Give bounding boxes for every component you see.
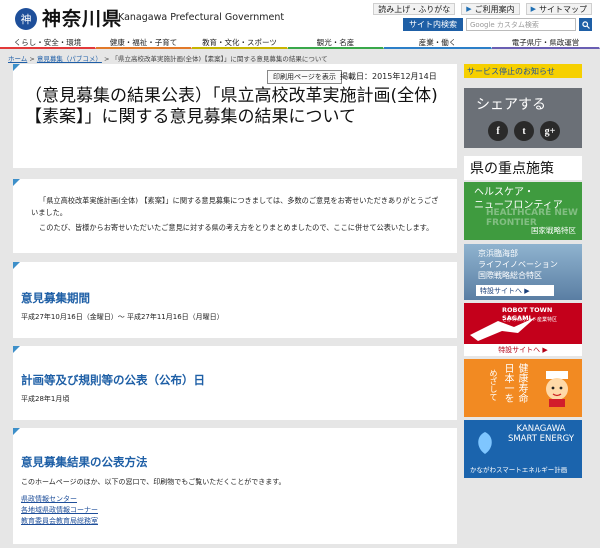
- svg-text:神: 神: [21, 12, 32, 26]
- section-period: 意見募集期間 平成27年10月16日（金曜日）～ 平成27年11月16日（月曜日…: [13, 262, 457, 338]
- section-body: 平成27年10月16日（金曜日）～ 平成27年11月16日（月曜日）: [21, 313, 224, 321]
- office-links: 県政情報センター 各地域県政情報コーナー 教育委員会教育局総務室: [21, 494, 98, 527]
- banner-subtitle: 国家戦略特区: [531, 226, 576, 235]
- nav-item[interactable]: 電子県庁・県政運営: [492, 38, 600, 49]
- search-input[interactable]: Google カスタム検索: [466, 18, 576, 31]
- banner-title: ヘルスケア・ ニューフロンティア: [474, 187, 563, 211]
- banner-subtitle: かながわスマートエネルギー計画: [470, 466, 568, 474]
- site-name-english: Kanagawa Prefectural Government: [118, 12, 285, 23]
- utility-links: 読み上げ・ふりがな ▶ ご利用案内 ▶ サイトマップ: [373, 3, 592, 15]
- mascot-icon: [546, 371, 568, 407]
- intro-card: 「県立高校改革実施計画(全体) 【素案】」に関する意見募集につきましては、多数の…: [13, 179, 457, 253]
- site-search-label: サイト内検索: [403, 18, 463, 31]
- section-publish-date: 計画等及び規則等の公表（公布）日 平成28年1月頃: [13, 346, 457, 420]
- global-nav: くらし・安全・環境 健康・福祉・子育て 教育・文化・スポーツ 観光・名産 産業・働く 電子…: [0, 38, 600, 49]
- section-heading: 意見募集結果の公表方法: [21, 455, 148, 469]
- site-header: 神 神奈川県 Kanagawa Prefectural Government 読…: [0, 0, 600, 38]
- section-heading: 意見募集期間: [21, 291, 90, 305]
- banner-text: 健康寿命: [516, 363, 527, 403]
- facebook-icon[interactable]: f: [488, 121, 508, 141]
- breadcrumb-home[interactable]: ホーム: [8, 55, 27, 63]
- banner-title: 京浜臨海部 ライフイノベーション 国際戦略総合特区: [478, 249, 558, 280]
- breadcrumb: ホーム > 意見募集（パブコメ） > 「県立高校改革実施計画(全体)【素案】」に…: [8, 53, 328, 63]
- share-panel: シェアする f t g+: [464, 88, 582, 148]
- section-body: 平成28年1月頃: [21, 395, 70, 403]
- breadcrumb-separator: >: [29, 55, 37, 63]
- office-link[interactable]: 各地域県政情報コーナー: [21, 505, 98, 516]
- read-aloud-link[interactable]: 読み上げ・ふりがな: [373, 3, 456, 15]
- google-plus-icon[interactable]: g+: [540, 121, 560, 141]
- title-card: 印刷用ページを表示 掲載日：2015年12月14日 （意見募集の結果公表）「県立…: [13, 64, 457, 168]
- nav-item[interactable]: くらし・安全・環境: [0, 38, 96, 49]
- twitter-icon[interactable]: t: [514, 121, 534, 141]
- section-body: このホームページのほか、以下の窓口で、印刷物でもご覧いただくことができます。: [21, 478, 286, 486]
- site-name[interactable]: 神奈川県: [42, 4, 122, 31]
- search-submit-button[interactable]: [579, 18, 592, 31]
- prefecture-logo[interactable]: 神: [14, 6, 38, 32]
- banner-text: めざして: [489, 369, 498, 401]
- special-site-button[interactable]: 特設サイトへ ▶: [476, 285, 554, 296]
- page-title: （意見募集の結果公表）「県立高校改革実施計画(全体)【素案】」に関する意見募集の…: [25, 86, 438, 127]
- print-button[interactable]: 印刷用ページを表示: [267, 70, 342, 84]
- section-heading: 計画等及び規則等の公表（公布）日: [21, 373, 205, 387]
- nav-item[interactable]: 産業・働く: [384, 38, 492, 49]
- office-link[interactable]: 県政情報センター: [21, 494, 98, 505]
- healthy-life-banner[interactable]: 健康寿命 日本一を めざして: [464, 359, 582, 417]
- sitemap-link[interactable]: ▶ サイトマップ: [525, 3, 592, 15]
- arrow-icon: ▶: [466, 5, 472, 13]
- banner-text: 日本一を: [502, 363, 513, 403]
- nav-item[interactable]: 健康・福祉・子育て: [96, 38, 192, 49]
- site-search: サイト内検索 Google カスタム検索: [403, 18, 592, 31]
- nav-item[interactable]: 教育・文化・スポーツ: [192, 38, 288, 49]
- publish-date: 掲載日：2015年12月14日: [340, 72, 437, 81]
- intro-paragraph: 「県立高校改革実施計画(全体) 【素案】」に関する意見募集につきましては、多数の…: [31, 196, 439, 217]
- service-notice-link[interactable]: サービス停止のお知らせ: [464, 64, 582, 78]
- breadcrumb-public-comment[interactable]: 意見募集（パブコメ）: [37, 55, 102, 63]
- robot-town-banner[interactable]: ROBOT TOWN SAGAMI さがみロボット産業特区 特設サイトへ ▶: [464, 303, 582, 356]
- search-icon: [581, 20, 590, 29]
- leaf-icon: [478, 432, 492, 454]
- office-link[interactable]: 教育委員会教育局総務室: [21, 516, 98, 527]
- key-policies-heading: 県の重点施策: [464, 156, 582, 180]
- nav-item[interactable]: 観光・名産: [288, 38, 384, 49]
- share-title: シェアする: [476, 97, 546, 113]
- guide-link[interactable]: ▶ ご利用案内: [461, 3, 520, 15]
- breadcrumb-current: 「県立高校改革実施計画(全体)【素案】」に関する意見募集の結果について: [111, 55, 328, 63]
- arrow-icon: ▶: [530, 5, 536, 13]
- special-site-button[interactable]: 特設サイトへ ▶: [464, 344, 582, 356]
- share-icons: f t g+: [488, 121, 560, 141]
- life-innovation-banner[interactable]: 京浜臨海部 ライフイノベーション 国際戦略総合特区 特設サイトへ ▶: [464, 244, 582, 300]
- banner-subtitle: さがみロボット産業特区: [502, 317, 558, 323]
- healthcare-frontier-banner[interactable]: HEALTHCARE NEW FRONTIER ヘルスケア・ ニューフロンティア…: [464, 182, 582, 240]
- breadcrumb-separator: >: [103, 55, 112, 63]
- smart-energy-banner[interactable]: KANAGAWA SMART ENERGY かながわスマートエネルギー計画: [464, 420, 582, 478]
- intro-paragraph: このたび、皆様からお寄せいただいたご意見に対する県の考え方をとりまとめましたので…: [39, 223, 434, 232]
- section-publish-method: 意見募集結果の公表方法 このホームページのほか、以下の窓口で、印刷物でもご覧いた…: [13, 428, 457, 544]
- banner-title: KANAGAWA SMART ENERGY: [507, 424, 575, 444]
